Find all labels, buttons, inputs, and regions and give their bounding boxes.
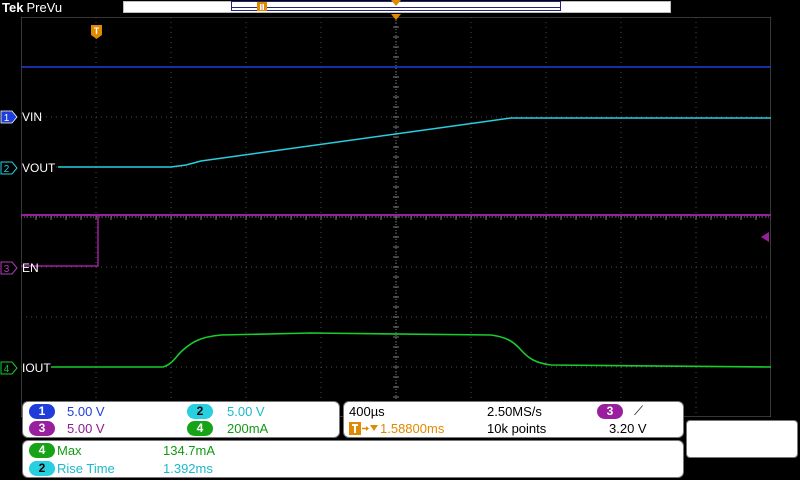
brand-logo: Tek PreVu — [2, 0, 62, 15]
ch2-badge[interactable]: 2 — [187, 404, 213, 419]
svg-text:1: 1 — [4, 113, 10, 124]
ch1-badge[interactable]: 1 — [29, 404, 55, 419]
trigger-position-icon — [391, 14, 401, 20]
ch3-scale[interactable]: 5.00 V — [67, 421, 105, 436]
time-scale[interactable]: 400µs — [349, 404, 385, 419]
meas1-channel-badge[interactable]: 4 — [29, 443, 55, 458]
brand-name: Tek — [2, 0, 24, 15]
sample-rate: 2.50MS/s — [487, 404, 542, 419]
ch3-label: EN — [22, 261, 39, 275]
timebase-panel[interactable]: 400µs 2.50MS/s 3 ⟋ 1.58800ms 10k points … — [343, 401, 684, 438]
ch1-label: VIN — [22, 110, 43, 124]
ch2-marker[interactable]: 2 — [0, 161, 18, 175]
ch1-marker-icon: 1 — [0, 110, 18, 124]
ch2-scale[interactable]: 5.00 V — [227, 404, 265, 419]
trigger-level[interactable]: 3.20 V — [609, 421, 647, 436]
ch4-marker[interactable]: 4 — [0, 361, 18, 375]
ch3-marker[interactable]: 3 — [0, 261, 18, 275]
ch4-scale[interactable]: 200mA — [227, 421, 268, 436]
ch2-marker-icon: 2 — [0, 161, 18, 175]
trigger-delay[interactable]: 1.58800ms — [380, 421, 444, 436]
channel-scale-panel[interactable]: 1 5.00 V 2 5.00 V 3 5.00 V 4 200mA — [22, 401, 340, 438]
waveform-display[interactable] — [21, 17, 771, 417]
meas2-channel-badge[interactable]: 2 — [29, 461, 55, 476]
trigger-delay-icon — [349, 422, 378, 435]
measurement-panel[interactable]: 4 Max 134.7mA 2 Rise Time 1.392ms — [22, 440, 684, 478]
ch4-label: IOUT — [22, 361, 51, 375]
ch3-badge[interactable]: 3 — [29, 421, 55, 436]
brand-mode: PreVu — [26, 0, 63, 15]
ch4-marker-icon: 4 — [0, 361, 18, 375]
record-position-icon — [391, 0, 401, 6]
side-info-box — [686, 420, 798, 458]
meas1-value: 134.7mA — [163, 443, 216, 458]
ch1-marker[interactable]: 1 — [0, 110, 18, 124]
meas2-name: Rise Time — [57, 461, 115, 476]
meas1-name: Max — [57, 443, 82, 458]
trigger-slope-icon[interactable]: ⟋ — [634, 403, 643, 418]
svg-text:2: 2 — [4, 164, 10, 175]
svg-text:T: T — [94, 26, 100, 36]
record-length: 10k points — [487, 421, 547, 436]
svg-text:4: 4 — [4, 364, 10, 375]
ch2-label: VOUT — [22, 161, 56, 175]
trigger-source-badge[interactable]: 3 — [597, 404, 623, 419]
svg-text:3: 3 — [4, 264, 10, 275]
meas2-value: 1.392ms — [163, 461, 213, 476]
record-trigger-icon — [257, 2, 267, 11]
trigger-t-icon: T — [91, 25, 102, 39]
ch1-scale[interactable]: 5.00 V — [67, 404, 105, 419]
ch4-badge[interactable]: 4 — [187, 421, 213, 436]
trigger-time-marker[interactable]: T — [90, 24, 103, 40]
ch3-marker-icon: 3 — [0, 261, 18, 275]
